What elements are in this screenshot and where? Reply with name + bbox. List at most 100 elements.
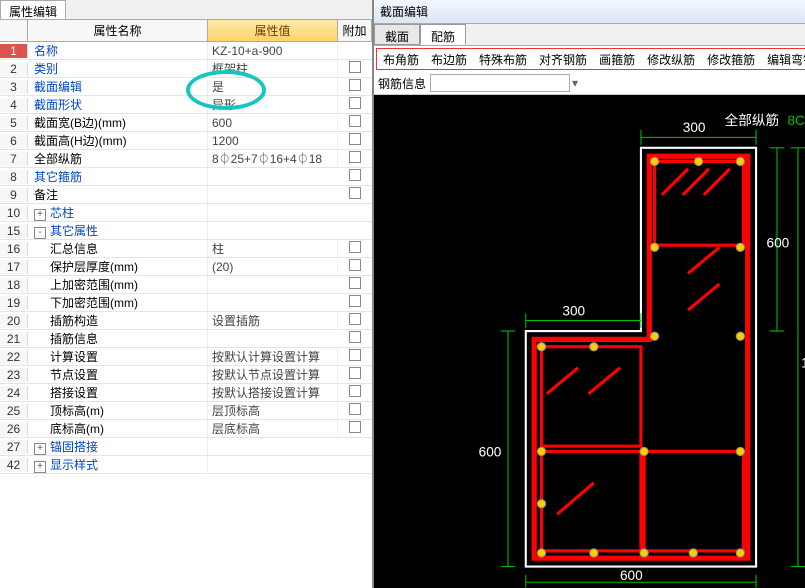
property-row[interactable]: 22计算设置按默认计算设置计算 [0,348,372,366]
checkbox-icon[interactable] [349,241,361,253]
property-row[interactable]: 7全部纵筋8⏀25+7⏀16+4⏀18 [0,150,372,168]
property-row[interactable]: 27+锚固搭接 [0,438,372,456]
row-attach[interactable] [338,295,372,310]
tool-align-bar[interactable]: 对齐钢筋 [533,49,593,70]
row-attach[interactable] [338,79,372,94]
checkbox-icon[interactable] [349,331,361,343]
property-row[interactable]: 10+芯柱 [0,204,372,222]
row-attach[interactable] [338,97,372,112]
checkbox-icon[interactable] [349,385,361,397]
row-attach[interactable] [338,169,372,184]
checkbox-icon[interactable] [349,403,361,415]
property-row[interactable]: 23节点设置按默认节点设置计算 [0,366,372,384]
tool-modify-long[interactable]: 修改纵筋 [641,49,701,70]
checkbox-icon[interactable] [349,133,361,145]
row-attach[interactable] [338,385,372,400]
tool-edge-bar[interactable]: 布边筋 [425,49,473,70]
tool-edit-hook[interactable]: 编辑弯钩 [761,49,805,70]
property-row[interactable]: 19下加密范围(mm) [0,294,372,312]
expander-icon[interactable]: + [34,209,46,221]
row-value[interactable]: 按默认节点设置计算 [208,366,338,383]
property-row[interactable]: 18上加密范围(mm) [0,276,372,294]
row-value[interactable]: 设置插筋 [208,312,338,329]
property-row[interactable]: 1名称KZ-10+a-900 [0,42,372,60]
row-value[interactable]: KZ-10+a-900 [208,44,338,58]
row-value[interactable]: 层底标高 [208,420,338,437]
row-value[interactable]: 框架柱 [208,60,338,77]
tool-draw-stirrup[interactable]: 画箍筋 [593,49,641,70]
row-attach[interactable] [338,133,372,148]
tab-property-edit[interactable]: 属性编辑 [0,0,66,19]
tool-corner-bar[interactable]: 布角筋 [377,49,425,70]
checkbox-icon[interactable] [349,151,361,163]
property-row[interactable]: 16汇总信息柱 [0,240,372,258]
tab-section[interactable]: 截面 [374,24,420,45]
property-row[interactable]: 24搭接设置按默认搭接设置计算 [0,384,372,402]
row-value[interactable]: 8⏀25+7⏀16+4⏀18 [208,150,338,167]
row-value[interactable]: 1200 [208,134,338,148]
row-attach[interactable] [338,151,372,166]
tool-modify-stirrup[interactable]: 修改箍筋 [701,49,761,70]
property-row[interactable]: 42+显示样式 [0,456,372,474]
checkbox-icon[interactable] [349,259,361,271]
property-row[interactable]: 17保护层厚度(mm)(20) [0,258,372,276]
checkbox-icon[interactable] [349,367,361,379]
row-value[interactable]: 层顶标高 [208,402,338,419]
row-value[interactable]: 是 [208,78,338,95]
checkbox-icon[interactable] [349,295,361,307]
row-attach[interactable] [338,403,372,418]
property-row[interactable]: 25顶标高(m)层顶标高 [0,402,372,420]
property-row[interactable]: 20插筋构造设置插筋 [0,312,372,330]
row-attach[interactable] [338,115,372,130]
checkbox-icon[interactable] [349,169,361,181]
property-row[interactable]: 2类别框架柱 [0,60,372,78]
row-value[interactable]: 600 [208,116,338,130]
row-value[interactable]: 异形 [208,96,338,113]
row-value[interactable]: 按默认搭接设置计算 [208,384,338,401]
checkbox-icon[interactable] [349,97,361,109]
checkbox-icon[interactable] [349,277,361,289]
expander-icon[interactable]: + [34,461,46,473]
checkbox-icon[interactable] [349,349,361,361]
row-attach[interactable] [338,187,372,202]
checkbox-icon[interactable] [349,421,361,433]
checkbox-icon[interactable] [349,187,361,199]
row-name: 截面编辑 [28,78,208,95]
col-value[interactable]: 属性值 [208,20,338,41]
row-attach[interactable] [338,259,372,274]
property-row[interactable]: 5截面宽(B边)(mm)600 [0,114,372,132]
row-value[interactable]: (20) [208,260,338,274]
property-row[interactable]: 8其它箍筋 [0,168,372,186]
row-attach[interactable] [338,367,372,382]
expander-icon[interactable]: + [34,443,46,455]
checkbox-icon[interactable] [349,313,361,325]
property-row[interactable]: 9备注 [0,186,372,204]
property-row[interactable]: 21插筋信息 [0,330,372,348]
checkbox-icon[interactable] [349,115,361,127]
row-name: +芯柱 [28,204,208,221]
row-attach[interactable] [338,313,372,328]
checkbox-icon[interactable] [349,79,361,91]
row-attach[interactable] [338,331,372,346]
row-attach[interactable] [338,277,372,292]
row-attach[interactable] [338,421,372,436]
row-attach[interactable] [338,61,372,76]
dropdown-icon[interactable]: ▾ [572,76,578,90]
property-row[interactable]: 15-其它属性 [0,222,372,240]
checkbox-icon[interactable] [349,61,361,73]
property-row[interactable]: 4截面形状异形 [0,96,372,114]
row-value[interactable]: 柱 [208,240,338,257]
tool-special-bar[interactable]: 特殊布筋 [473,49,533,70]
cad-viewport[interactable]: 300 600 1200 300 600 600 全部纵筋 8C25+ [374,95,805,588]
property-row[interactable]: 3截面编辑是 [0,78,372,96]
tab-rebar[interactable]: 配筋 [420,24,466,45]
rebar-info-dropdown[interactable] [430,74,570,92]
row-attach[interactable] [338,241,372,256]
row-number: 5 [0,116,28,130]
row-value[interactable]: 按默认计算设置计算 [208,348,338,365]
property-row[interactable]: 26底标高(m)层底标高 [0,420,372,438]
property-row[interactable]: 6截面高(H边)(mm)1200 [0,132,372,150]
row-attach[interactable] [338,349,372,364]
expander-icon[interactable]: - [34,227,46,239]
row-number: 18 [0,278,28,292]
